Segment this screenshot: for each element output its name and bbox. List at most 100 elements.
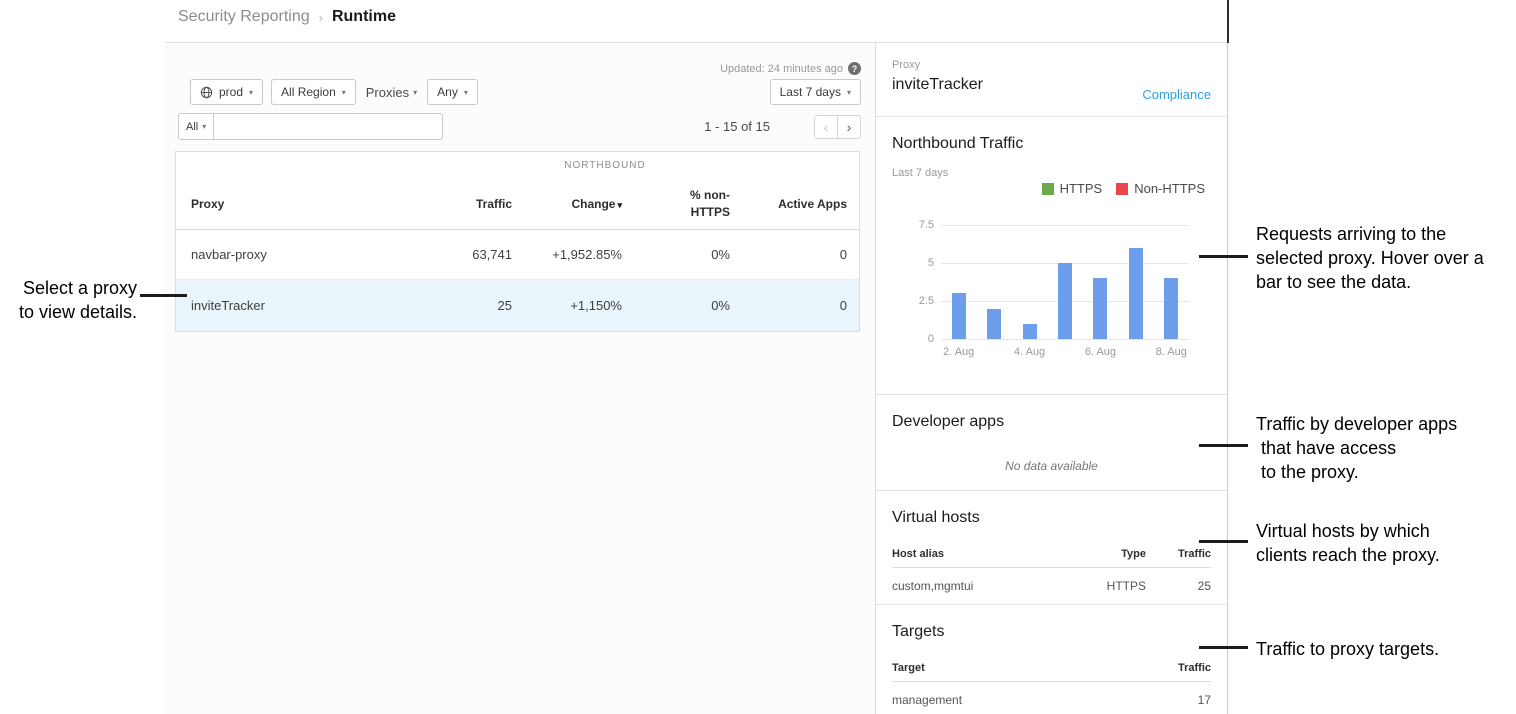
- filter-toolbar: prod ▾ All Region ▾ Proxies ▾ Any ▾ Las: [190, 79, 861, 105]
- cell-host-alias: custom,mgmtui: [892, 579, 1086, 593]
- virtual-hosts-table: Host alias Type Traffic custom,mgmtui HT…: [892, 548, 1211, 593]
- target-row: management 17: [892, 682, 1211, 707]
- entity-type-dropdown[interactable]: Proxies ▾: [364, 79, 419, 105]
- chart-bar[interactable]: [1129, 248, 1143, 339]
- screenshot-canvas: Security Reporting › Runtime Updated: 24…: [0, 0, 1516, 714]
- any-filter-button[interactable]: Any ▾: [427, 79, 478, 105]
- region-filter-button[interactable]: All Region ▾: [271, 79, 356, 105]
- chart-bar[interactable]: [952, 293, 966, 339]
- previous-page-button[interactable]: ‹: [814, 115, 838, 139]
- column-header-traffic[interactable]: Traffic: [402, 197, 512, 211]
- callout-line: selected proxy. Hover over a: [1256, 246, 1484, 270]
- callout-connector-line: [140, 294, 187, 297]
- y-tick-label: 2.5: [919, 295, 934, 307]
- chart-x-tick-label: 2. Aug: [943, 346, 974, 358]
- callout-connector-line: [1199, 540, 1248, 543]
- page-title: Runtime: [332, 8, 396, 26]
- next-page-button[interactable]: ›: [837, 115, 861, 139]
- chart-x-labels: 2. Aug4. Aug6. Aug8. Aug: [941, 346, 1189, 360]
- proxy-detail-pane: Proxy inviteTracker Compliance Northboun…: [875, 43, 1228, 714]
- gridline-baseline: [941, 339, 1189, 340]
- search-scope-dropdown[interactable]: All ▾: [178, 113, 214, 140]
- column-header-change[interactable]: Change▾: [512, 197, 622, 211]
- column-header-target: Target: [892, 662, 1146, 674]
- northbound-bar-chart: 7.5 5 2.5 0 2. Aug4. Aug6. Aug8. Aug: [892, 219, 1213, 364]
- table-row-navbar-proxy[interactable]: navbar-proxy 63,741 +1,952.85% 0% 0: [176, 230, 859, 280]
- table-header-row: Proxy Traffic Change▾ % non-HTTPS Active…: [176, 178, 859, 230]
- virtual-hosts-table-header: Host alias Type Traffic: [892, 548, 1211, 568]
- cell-active-apps: 0: [730, 247, 847, 262]
- virtual-hosts-section: Virtual hosts Host alias Type Traffic cu…: [876, 491, 1227, 605]
- callout-connector-line: [1199, 255, 1248, 258]
- chart-x-tick-label: 6. Aug: [1085, 346, 1116, 358]
- cell-non-https: 0%: [622, 298, 730, 313]
- chevron-down-icon: ▾: [249, 88, 253, 97]
- pagination-range-label: 1 - 15 of 15: [704, 119, 770, 134]
- callout-requests: Requests arriving to the selected proxy.…: [1256, 222, 1484, 294]
- cell-target: management: [892, 693, 1146, 707]
- cell-traffic: 25: [1146, 579, 1211, 593]
- column-header-traffic: Traffic: [1146, 548, 1211, 560]
- detail-header-section: Proxy inviteTracker Compliance: [876, 43, 1227, 117]
- breadcrumb-section-link[interactable]: Security Reporting: [178, 8, 310, 26]
- column-header-active-apps[interactable]: Active Apps: [730, 197, 847, 211]
- targets-section: Targets Target Traffic management 17: [876, 605, 1227, 714]
- date-range-button[interactable]: Last 7 days ▾: [770, 79, 861, 105]
- updated-timestamp: Updated: 24 minutes ago: [720, 63, 843, 75]
- search-scope-value: All: [186, 121, 198, 133]
- https-legend-swatch: [1042, 183, 1054, 195]
- crop-border-line: [1227, 0, 1229, 43]
- callout-line: to the proxy.: [1256, 460, 1457, 484]
- callout-line: clients reach the proxy.: [1256, 543, 1440, 567]
- cell-traffic: 17: [1146, 693, 1211, 707]
- search-input[interactable]: [213, 113, 443, 140]
- help-icon[interactable]: ?: [848, 62, 861, 75]
- column-header-traffic: Traffic: [1146, 662, 1211, 674]
- pagination-controls: ‹ ›: [814, 115, 861, 139]
- chart-bar[interactable]: [1023, 324, 1037, 339]
- proxy-list-pane: Updated: 24 minutes ago ? prod ▾ All Reg…: [165, 43, 875, 714]
- callout-targets: Traffic to proxy targets.: [1256, 637, 1439, 661]
- runtime-report-frame: Updated: 24 minutes ago ? prod ▾ All Reg…: [165, 42, 1228, 714]
- developer-apps-title: Developer apps: [892, 413, 1211, 431]
- callout-line: Traffic by developer apps: [1256, 412, 1457, 436]
- globe-icon: [200, 86, 213, 99]
- callout-line: to view details.: [0, 300, 137, 324]
- y-tick-label: 0: [928, 333, 934, 345]
- callout-select-proxy: Select a proxy to view details.: [0, 276, 137, 324]
- targets-table: Target Traffic management 17: [892, 662, 1211, 707]
- proxy-table: NORTHBOUND Proxy Traffic Change▾ % non-H…: [175, 151, 860, 332]
- environment-filter-button[interactable]: prod ▾: [190, 79, 263, 105]
- compliance-link[interactable]: Compliance: [1142, 87, 1211, 102]
- chevron-down-icon: ▾: [464, 88, 468, 97]
- callout-line: Requests arriving to the: [1256, 222, 1484, 246]
- column-header-proxy[interactable]: Proxy: [176, 197, 402, 211]
- table-group-header-row: NORTHBOUND: [176, 152, 859, 178]
- chart-bar[interactable]: [1058, 263, 1072, 339]
- y-tick-label: 5: [928, 257, 934, 269]
- any-filter-value: Any: [437, 85, 458, 99]
- legend-label-https: HTTPS: [1060, 181, 1103, 196]
- cell-proxy-name: navbar-proxy: [176, 247, 402, 262]
- chevron-down-icon: ▾: [413, 88, 417, 97]
- chart-bar[interactable]: [1164, 278, 1178, 339]
- callout-line: Virtual hosts by which: [1256, 519, 1440, 543]
- callout-line: Select a proxy: [0, 276, 137, 300]
- chart-bar[interactable]: [987, 309, 1001, 339]
- column-header-host-alias: Host alias: [892, 548, 1086, 560]
- callout-connector-line: [1199, 444, 1248, 447]
- cell-traffic: 25: [402, 298, 512, 313]
- targets-table-header: Target Traffic: [892, 662, 1211, 682]
- cell-traffic: 63,741: [402, 247, 512, 262]
- no-data-message: No data available: [892, 459, 1211, 473]
- non-https-legend-swatch: [1116, 183, 1128, 195]
- breadcrumb-separator-icon: ›: [319, 10, 323, 25]
- y-tick-label: 7.5: [919, 219, 934, 231]
- chevron-down-icon: ▾: [847, 88, 851, 97]
- chart-bar[interactable]: [1093, 278, 1107, 339]
- virtual-host-row: custom,mgmtui HTTPS 25: [892, 568, 1211, 593]
- table-row-invitetracker[interactable]: inviteTracker 25 +1,150% 0% 0: [176, 280, 859, 331]
- column-header-non-https[interactable]: % non-HTTPS: [622, 187, 730, 219]
- region-filter-value: All Region: [281, 85, 336, 99]
- northbound-traffic-section: Northbound Traffic Last 7 days HTTPS Non…: [876, 117, 1227, 395]
